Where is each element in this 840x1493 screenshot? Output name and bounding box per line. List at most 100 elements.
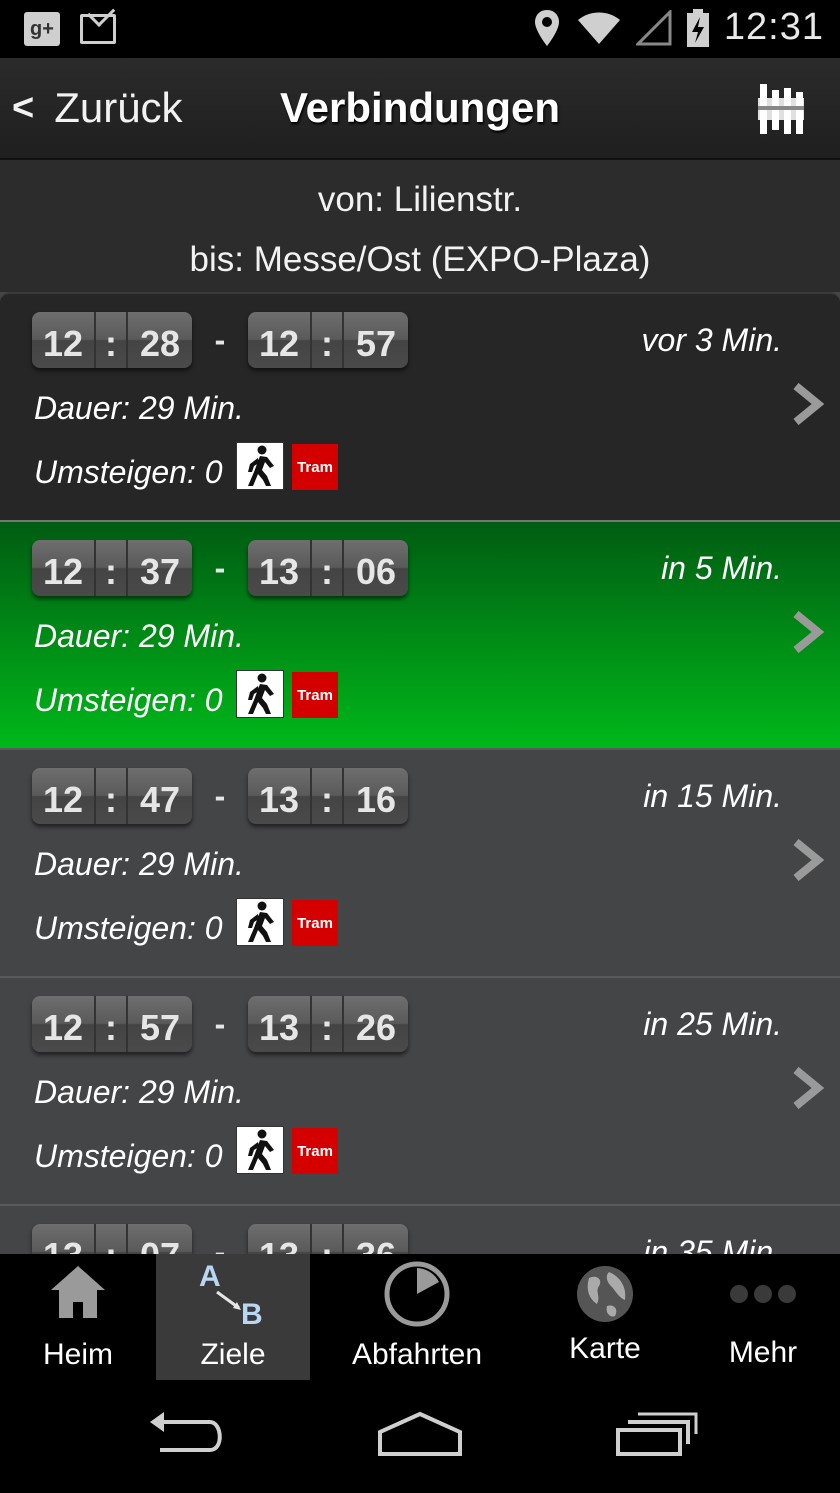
route-to: bis: Messe/Ost (EXPO-Plaza)	[189, 240, 651, 279]
tab-heim[interactable]: Heim	[0, 1254, 156, 1380]
timetable-icon[interactable]	[752, 80, 810, 138]
connection-row[interactable]: 12 : 57 - 13 : 26 in 25 Min. Dauer: 29 M…	[0, 976, 840, 1204]
home-icon	[51, 1266, 105, 1318]
chevron-right-icon[interactable]	[792, 838, 824, 882]
time-range: 12 : 47 - 13 : 16	[32, 768, 408, 824]
icon-letter-b: B	[241, 1298, 263, 1328]
departure-minute: 07	[128, 1224, 192, 1254]
departure-hour: 13	[32, 1224, 96, 1254]
tab-heim-label: Heim	[42, 1338, 113, 1371]
departure-time: 12 : 57	[32, 996, 192, 1052]
transfers-text: Umsteigen: 0	[34, 682, 223, 718]
location-icon	[534, 9, 559, 46]
time-dash: -	[214, 777, 226, 814]
departure-minute: 57	[139, 1007, 181, 1048]
departure-hour: 12	[32, 768, 96, 824]
system-nav-bar	[0, 1380, 840, 1493]
time-range: 13 : 07 - 13 : 36	[32, 1224, 408, 1254]
time-separator: :	[96, 312, 128, 368]
departure-hour: 12	[32, 312, 96, 368]
walk-icon	[236, 1126, 284, 1174]
arrival-time: 13 : 16	[248, 768, 408, 824]
arrival-time: 13 : 06	[248, 540, 408, 596]
tab-abfahrten[interactable]: Abfahrten	[310, 1254, 524, 1380]
chevron-right-icon[interactable]	[792, 610, 824, 654]
arrival-hour: 13	[248, 996, 312, 1052]
chevron-right-icon[interactable]	[792, 1066, 824, 1110]
time-separator: :	[312, 540, 344, 596]
transfers-text: Umsteigen: 0	[34, 454, 223, 490]
tram-icon: Tram	[292, 444, 338, 490]
a-to-b-icon: A B	[199, 1260, 263, 1328]
arrival-minute: 06	[355, 551, 397, 592]
icon-letter-a: A	[199, 1260, 221, 1293]
arrival-time: 13 : 36	[248, 1224, 408, 1254]
departure-time: 12 : 37	[32, 540, 192, 596]
connection-row[interactable]: 12 : 28 - 12 : 57 vor 3 Min. Dauer: 29 M…	[0, 292, 840, 520]
google-plus-icon: g+	[24, 12, 60, 46]
arrival-minute: 57	[355, 323, 397, 364]
arrival-minute: 36	[344, 1224, 408, 1254]
relative-time: vor 3 Min.	[641, 322, 782, 358]
wifi-icon	[577, 12, 620, 44]
relative-time: in 15 Min.	[643, 778, 782, 814]
relative-time: in 35 Min.	[643, 1234, 782, 1254]
departure-hour: 12	[32, 996, 96, 1052]
recents-icon[interactable]	[612, 1410, 698, 1460]
arrival-hour: 12	[248, 312, 312, 368]
tab-mehr[interactable]: Mehr	[686, 1254, 840, 1380]
time-range: 12 : 37 - 13 : 06	[32, 540, 408, 596]
connection-row[interactable]: 13 : 07 - 13 : 36 in 35 Min. Dauer: 29 M…	[0, 1204, 840, 1254]
tab-ziele[interactable]: A B Ziele	[156, 1254, 310, 1380]
connection-row[interactable]: 12 : 47 - 13 : 16 in 15 Min. Dauer: 29 M…	[0, 748, 840, 976]
duration-text: Dauer: 29 Min.	[34, 618, 244, 654]
time-separator: :	[96, 1224, 128, 1254]
departure-time: 13 : 07	[32, 1224, 192, 1254]
back-icon[interactable]	[146, 1410, 228, 1460]
time-separator: :	[96, 768, 128, 824]
time-range: 12 : 57 - 13 : 26	[32, 996, 408, 1052]
relative-time: in 25 Min.	[643, 1006, 782, 1042]
action-bar: < Zurück Verbindungen	[0, 58, 840, 160]
time-separator: :	[96, 996, 128, 1052]
connection-list[interactable]: 12 : 28 - 12 : 57 vor 3 Min. Dauer: 29 M…	[0, 292, 840, 1254]
tram-icon: Tram	[292, 1128, 338, 1174]
time-separator: :	[312, 312, 344, 368]
arrival-time: 13 : 26	[248, 996, 408, 1052]
route-header: von: Lilienstr. bis: Messe/Ost (EXPO-Pla…	[0, 160, 840, 292]
tram-icon: Tram	[292, 900, 338, 946]
relative-time: in 5 Min.	[661, 550, 782, 586]
tab-karte[interactable]: Karte	[524, 1254, 686, 1380]
chevron-right-icon[interactable]	[792, 382, 824, 426]
departure-minute: 47	[139, 779, 181, 820]
arrival-hour: 13	[248, 540, 312, 596]
bottom-nav: Heim A B Ziele Abfahrten Karte Mehr	[0, 1254, 840, 1380]
duration-text: Dauer: 29 Min.	[34, 1074, 244, 1110]
departure-time: 12 : 47	[32, 768, 192, 824]
clock-icon	[384, 1261, 450, 1327]
time-dash: -	[214, 1233, 226, 1255]
transfers-text: Umsteigen: 0	[34, 910, 223, 946]
tab-mehr-label: Mehr	[728, 1336, 798, 1369]
home-icon[interactable]	[376, 1410, 464, 1460]
departure-minute: 28	[139, 323, 181, 364]
gmail-icon	[80, 14, 116, 44]
walk-icon	[236, 442, 284, 490]
duration-text: Dauer: 29 Min.	[34, 390, 244, 426]
time-dash: -	[214, 1005, 226, 1042]
time-dash: -	[214, 321, 226, 358]
walk-icon	[236, 670, 284, 718]
tab-karte-label: Karte	[569, 1332, 641, 1365]
globe-icon	[577, 1266, 633, 1322]
arrival-hour: 13	[248, 1224, 312, 1254]
signal-icon	[635, 9, 672, 45]
connection-row[interactable]: 12 : 37 - 13 : 06 in 5 Min. Dauer: 29 Mi…	[0, 520, 840, 748]
time-separator: :	[312, 1224, 344, 1254]
departure-minute: 37	[139, 551, 181, 592]
walk-icon	[236, 898, 284, 946]
time-range: 12 : 28 - 12 : 57	[32, 312, 408, 368]
time-separator: :	[312, 768, 344, 824]
battery-charging-icon	[686, 8, 709, 47]
time-separator: :	[312, 996, 344, 1052]
route-from: von: Lilienstr.	[317, 180, 523, 219]
